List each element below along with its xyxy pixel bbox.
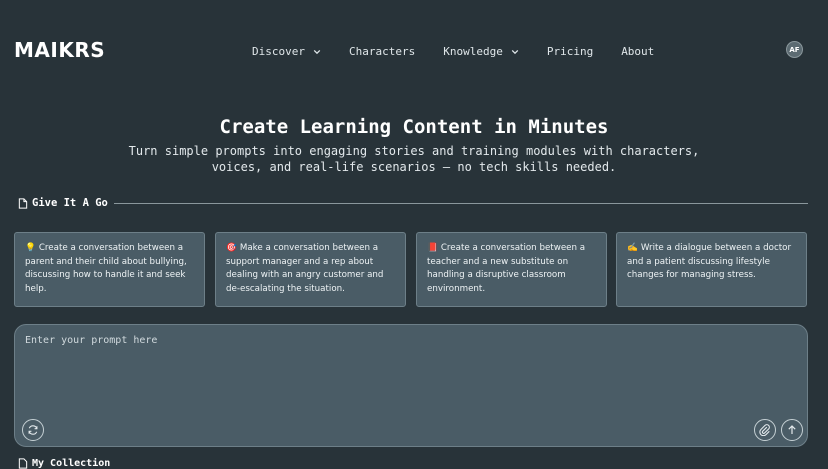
chevron-down-icon: [313, 49, 321, 54]
example-card[interactable]: 🎯 Make a conversation between a support m…: [215, 232, 406, 307]
section-label: Give It A Go: [32, 197, 108, 209]
section-label: My Collection: [32, 458, 111, 469]
arrow-up-icon: [788, 425, 796, 434]
nav-pricing-label: Pricing: [546, 45, 594, 58]
nav-about[interactable]: About: [621, 45, 654, 58]
target-icon: 🎯: [226, 243, 237, 253]
main-menu: Discover Characters Knowledge Pricing Ab…: [252, 45, 682, 58]
section-divider: [113, 202, 808, 204]
nav-characters-label: Characters: [348, 45, 416, 58]
prompt-box: [14, 324, 808, 447]
submit-button[interactable]: [781, 419, 803, 441]
document-icon: [18, 458, 28, 469]
paperclip-icon: [759, 424, 770, 436]
page-title: Create Learning Content in Minutes: [219, 116, 609, 138]
page-subtitle: Turn simple prompts into engaging storie…: [114, 143, 714, 175]
nav-knowledge[interactable]: Knowledge: [443, 45, 519, 58]
book-icon: 📕: [427, 243, 438, 253]
user-avatar[interactable]: AF: [786, 41, 803, 58]
subtitle-line-2: voices, and real-life scenarios – no tec…: [211, 160, 617, 174]
top-navbar: MAIKRS Discover Characters Knowledge Pri…: [0, 0, 828, 100]
give-it-a-go-section-header: Give It A Go: [18, 196, 808, 210]
nav-pricing[interactable]: Pricing: [547, 45, 593, 58]
nav-knowledge-label: Knowledge: [443, 45, 503, 58]
nav-about-label: About: [621, 45, 655, 58]
refresh-icon: [28, 425, 38, 435]
logo[interactable]: MAIKRS: [14, 38, 105, 62]
example-card-text: Create a conversation between a parent a…: [25, 243, 187, 294]
nav-discover[interactable]: Discover: [252, 45, 321, 58]
my-collection-section-header: My Collection: [18, 458, 110, 469]
example-card-text: Write a dialogue between a doctor and a …: [627, 243, 792, 280]
example-card[interactable]: 📕 Create a conversation between a teacher…: [416, 232, 607, 307]
attach-button[interactable]: [754, 419, 776, 441]
prompt-input[interactable]: [23, 333, 797, 417]
example-card[interactable]: 💡 Create a conversation between a parent …: [14, 232, 205, 307]
refresh-button[interactable]: [22, 419, 44, 441]
writing-hand-icon: ✍️: [627, 243, 638, 253]
example-card[interactable]: ✍️ Write a dialogue between a doctor and …: [616, 232, 807, 307]
nav-characters[interactable]: Characters: [349, 45, 415, 58]
nav-discover-label: Discover: [252, 45, 305, 58]
example-card-text: Create a conversation between a teacher …: [427, 243, 586, 294]
lightbulb-icon: 💡: [25, 243, 36, 253]
subtitle-line-1: Turn simple prompts into engaging storie…: [128, 144, 700, 158]
chevron-down-icon: [511, 49, 519, 54]
document-icon: [18, 197, 28, 209]
example-card-text: Make a conversation between a support ma…: [226, 243, 384, 294]
